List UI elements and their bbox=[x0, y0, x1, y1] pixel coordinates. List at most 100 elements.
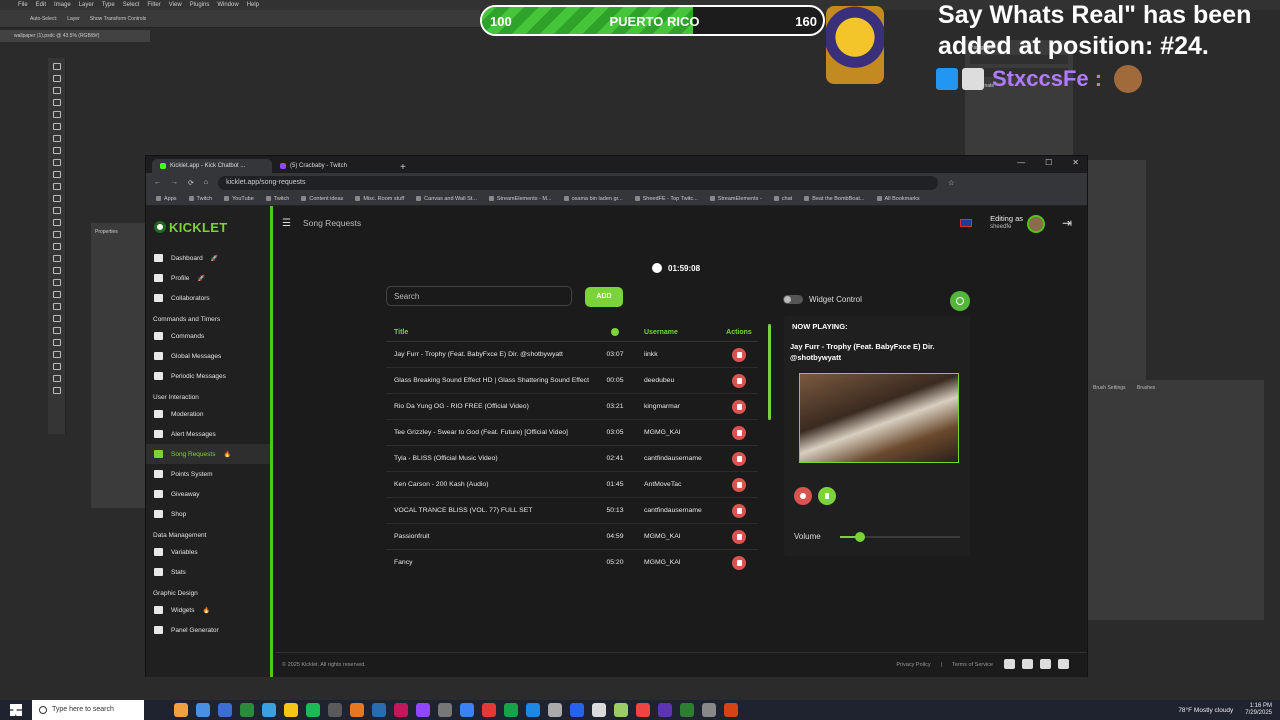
taskbar-app-icon[interactable] bbox=[636, 703, 650, 717]
ps-menu-item[interactable]: Type bbox=[102, 2, 115, 8]
forward-icon[interactable]: → bbox=[171, 179, 178, 186]
sidebar-item-stats[interactable]: Stats bbox=[146, 562, 270, 582]
sidebar-item-dashboard[interactable]: Dashboard 🚀 bbox=[146, 248, 270, 268]
brush-settings-title[interactable]: Brush Settings bbox=[1093, 385, 1126, 391]
ps-menu-item[interactable]: Select bbox=[123, 2, 140, 8]
ps-tool-icon[interactable] bbox=[52, 195, 61, 202]
ps-menu-item[interactable]: View bbox=[169, 2, 182, 8]
x-icon[interactable] bbox=[1040, 659, 1051, 669]
taskbar-app-icon[interactable] bbox=[328, 703, 342, 717]
home-icon[interactable]: ⌂ bbox=[204, 179, 208, 186]
ps-tool-icon[interactable] bbox=[52, 243, 61, 250]
sidebar-item-panel-generator[interactable]: Panel Generator bbox=[146, 620, 270, 640]
sidebar-item-profile[interactable]: Profile 🚀 bbox=[146, 268, 270, 288]
taskbar-app-icon[interactable] bbox=[306, 703, 320, 717]
ps-tool-icon[interactable] bbox=[52, 303, 61, 310]
taskbar-app-icon[interactable] bbox=[570, 703, 584, 717]
sidebar-item-periodic-messages[interactable]: Periodic Messages bbox=[146, 366, 270, 386]
delete-song-button[interactable] bbox=[732, 555, 746, 570]
taskbar-app-icon[interactable] bbox=[240, 703, 254, 717]
ps-tool-icon[interactable] bbox=[52, 291, 61, 298]
sidebar-item-commands[interactable]: Commands bbox=[146, 326, 270, 346]
new-tab-button[interactable]: + bbox=[392, 162, 414, 173]
url-input[interactable]: kicklet.app/song-requests bbox=[218, 175, 939, 190]
ps-menu-item[interactable]: Window bbox=[217, 2, 238, 8]
taskbar-app-icon[interactable] bbox=[658, 703, 672, 717]
hamburger-menu-icon[interactable]: ☰ bbox=[282, 218, 291, 229]
discord-icon[interactable] bbox=[1004, 659, 1015, 669]
delete-song-button[interactable] bbox=[732, 477, 746, 492]
ps-menu-item[interactable]: Filter bbox=[147, 2, 160, 8]
terms-of-service-link[interactable]: Terms of Service bbox=[952, 662, 993, 668]
delete-song-button[interactable] bbox=[732, 529, 746, 544]
bookmark-item[interactable]: Twitch bbox=[189, 196, 213, 202]
ps-tool-icon[interactable] bbox=[52, 171, 61, 178]
bookmark-item[interactable]: All Bookmarks bbox=[877, 196, 920, 202]
auto-select-label[interactable]: Auto-Select: bbox=[30, 16, 57, 22]
ps-tool-icon[interactable] bbox=[52, 123, 61, 130]
ps-tool-icon[interactable] bbox=[52, 99, 61, 106]
brushes-tab[interactable]: Brushes bbox=[1137, 385, 1155, 391]
ps-tool-icon[interactable] bbox=[52, 87, 61, 94]
ps-tool-icon[interactable] bbox=[52, 231, 61, 238]
ps-tool-icon[interactable] bbox=[52, 315, 61, 322]
ps-tool-icon[interactable] bbox=[52, 219, 61, 226]
ps-menu-item[interactable]: File bbox=[18, 2, 28, 8]
delete-song-button[interactable] bbox=[732, 503, 746, 518]
maximize-button[interactable]: ☐ bbox=[1045, 158, 1052, 167]
sidebar-item-alert-messages[interactable]: Alert Messages bbox=[146, 424, 270, 444]
bookmark-item[interactable]: chat bbox=[774, 196, 792, 202]
ps-tool-icon[interactable] bbox=[52, 255, 61, 262]
kicklet-logo[interactable]: KICKLET bbox=[154, 220, 227, 235]
taskbar-app-icon[interactable] bbox=[724, 703, 738, 717]
ps-tool-icon[interactable] bbox=[52, 111, 61, 118]
sidebar-item-shop[interactable]: Shop bbox=[146, 504, 270, 524]
taskbar-app-icon[interactable] bbox=[438, 703, 452, 717]
ps-menu-item[interactable]: Image bbox=[54, 2, 71, 8]
ps-menu-item[interactable]: Plugins bbox=[190, 2, 210, 8]
kick-icon[interactable] bbox=[1022, 659, 1033, 669]
delete-song-button[interactable] bbox=[732, 399, 746, 414]
sidebar-item-song-requests[interactable]: Song Requests 🔥 bbox=[146, 444, 270, 464]
ps-menu-item[interactable]: Edit bbox=[36, 2, 46, 8]
windows-start-icon[interactable] bbox=[10, 704, 22, 716]
ps-tool-icon[interactable] bbox=[52, 375, 61, 382]
ps-tool-icon[interactable] bbox=[52, 159, 61, 166]
bookmark-item[interactable]: StreamElements - M... bbox=[489, 196, 552, 202]
ps-tool-icon[interactable] bbox=[52, 327, 61, 334]
taskbar-app-icon[interactable] bbox=[174, 703, 188, 717]
delete-song-button[interactable] bbox=[732, 373, 746, 388]
taskbar-app-icon[interactable] bbox=[482, 703, 496, 717]
taskbar-app-icon[interactable] bbox=[460, 703, 474, 717]
bookmark-item[interactable]: Apps bbox=[156, 196, 177, 202]
close-window-button[interactable]: ✕ bbox=[1072, 158, 1079, 167]
uk-flag-icon[interactable] bbox=[960, 219, 972, 227]
weather-label[interactable]: 78°F Mostly cloudy bbox=[1178, 707, 1233, 714]
taskbar-search[interactable]: Type here to search bbox=[32, 700, 144, 720]
taskbar-app-icon[interactable] bbox=[394, 703, 408, 717]
widget-control-toggle[interactable] bbox=[783, 295, 803, 304]
add-button[interactable]: ADD bbox=[585, 287, 623, 307]
taskbar-app-icon[interactable] bbox=[416, 703, 430, 717]
taskbar-app-icon[interactable] bbox=[680, 703, 694, 717]
delete-song-button[interactable] bbox=[732, 451, 746, 466]
taskbar-app-icon[interactable] bbox=[548, 703, 562, 717]
ps-tool-icon[interactable] bbox=[52, 387, 61, 394]
bookmark-item[interactable]: Misc. Room stuff bbox=[355, 196, 404, 202]
ps-tool-icon[interactable] bbox=[52, 147, 61, 154]
volume-knob[interactable] bbox=[855, 532, 866, 542]
clock[interactable]: 1:16 PM 7/29/2025 bbox=[1245, 703, 1272, 717]
bookmark-item[interactable]: Twitch bbox=[266, 196, 290, 202]
photoshop-toolbar[interactable] bbox=[48, 58, 66, 434]
bookmark-item[interactable]: Beat the BombBoat... bbox=[804, 196, 864, 202]
ps-tool-icon[interactable] bbox=[52, 63, 61, 70]
delete-song-button[interactable] bbox=[732, 347, 746, 362]
bookmark-item[interactable]: StreamElements - bbox=[710, 196, 762, 202]
back-icon[interactable]: ← bbox=[154, 179, 161, 186]
bookmark-star-icon[interactable]: ☆ bbox=[948, 179, 954, 187]
ps-tool-icon[interactable] bbox=[52, 339, 61, 346]
sidebar-item-collaborators[interactable]: Collaborators bbox=[146, 288, 270, 308]
browser-tab-twitch[interactable]: (5) Cracbaby - Twitch bbox=[272, 159, 392, 173]
ps-tool-icon[interactable] bbox=[52, 183, 61, 190]
ps-tool-icon[interactable] bbox=[52, 267, 61, 274]
